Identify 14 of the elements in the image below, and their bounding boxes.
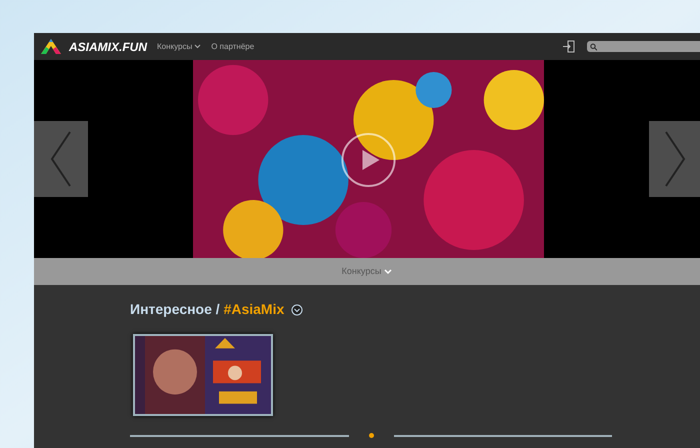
chevron-left-icon: [50, 131, 72, 187]
chevron-down-circle-icon[interactable]: [291, 304, 304, 316]
section-title: Интересное / #AsiaMix: [130, 300, 284, 319]
search-icon: [590, 42, 598, 50]
nav-link[interactable]: Конкурсы: [157, 40, 202, 52]
chevron-down-icon: [194, 44, 202, 49]
login-icon[interactable]: [563, 40, 575, 53]
search-field[interactable]: [587, 41, 700, 52]
nav-link[interactable]: О партнёре: [211, 40, 254, 52]
chevron-right-icon: [664, 131, 686, 187]
dot-icon: [368, 433, 374, 438]
chevron-down-icon: [384, 268, 392, 274]
site-logo[interactable]: ASIAMIX.FUN: [69, 38, 147, 56]
logo-icon: [41, 39, 61, 54]
